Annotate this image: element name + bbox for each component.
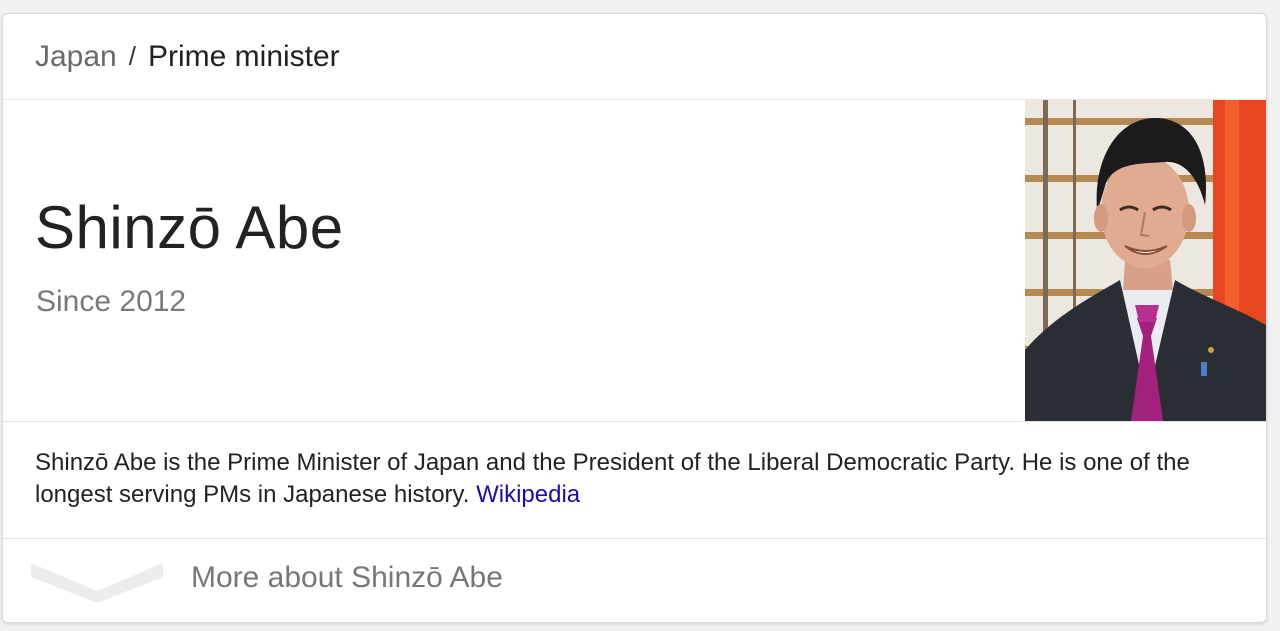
description-text: Shinzō Abe is the Prime Minister of Japa… (35, 449, 1190, 508)
chevron-down-icon (31, 563, 163, 603)
more-about-button[interactable]: More about Shinzō Abe (3, 538, 1266, 622)
entity-description: Shinzō Abe is the Prime Minister of Japa… (35, 447, 1230, 511)
entity-subtitle: Since 2012 (36, 285, 187, 318)
more-about-label: More about Shinzō Abe (191, 561, 503, 594)
wikipedia-link[interactable]: Wikipedia (476, 481, 580, 508)
breadcrumb-current: Prime minister (147, 39, 340, 73)
breadcrumb-separator: / (128, 41, 136, 71)
breadcrumb: Japan / Prime minister (3, 14, 1266, 100)
entity-title: Shinzō Abe (35, 194, 344, 261)
person-photo[interactable] (1025, 100, 1266, 421)
breadcrumb-parent-link[interactable]: Japan (35, 40, 117, 74)
entity-header: Shinzō Abe Since 2012 (3, 100, 1266, 422)
knowledge-card: Japan / Prime minister Shinzō Abe Since … (2, 13, 1267, 623)
